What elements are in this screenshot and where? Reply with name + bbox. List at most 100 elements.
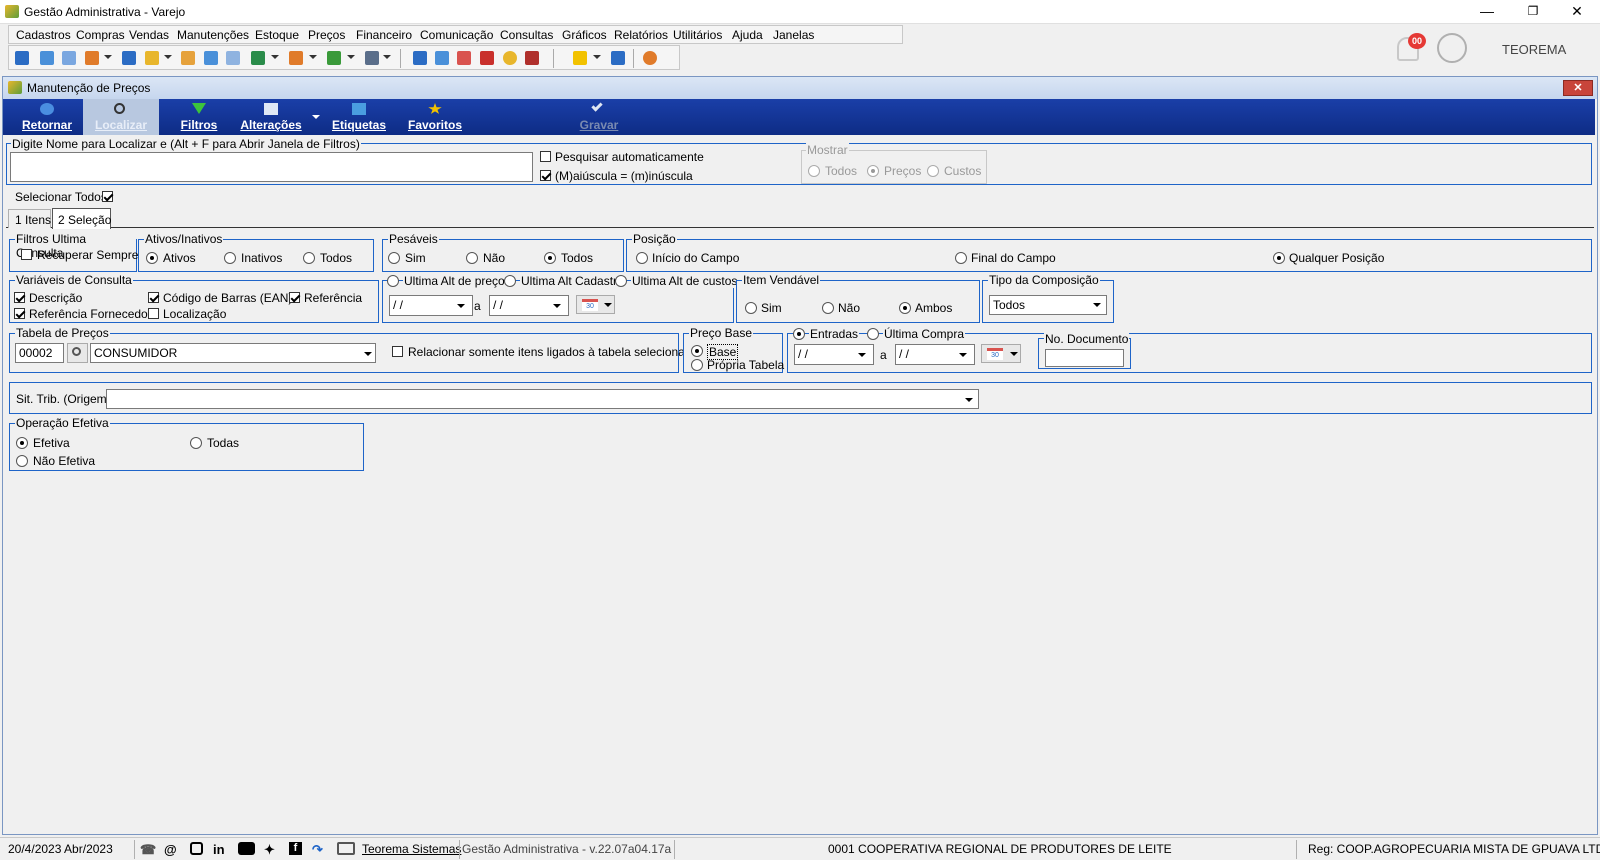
recover-always-checkbox[interactable]	[21, 249, 32, 260]
instagram-icon[interactable]	[190, 842, 203, 855]
twitter-icon[interactable]: ✦	[264, 842, 275, 858]
show-precos-radio[interactable]	[867, 165, 879, 177]
facebook-icon[interactable]: f	[289, 842, 302, 855]
last-purchase-radio[interactable]	[867, 328, 879, 340]
menu-ajuda[interactable]: Ajuda	[732, 28, 763, 42]
restore-button[interactable]: ❐	[1510, 0, 1556, 24]
clients-icon[interactable]	[40, 51, 54, 65]
position-any-radio[interactable]	[1273, 252, 1285, 264]
star-icon[interactable]	[573, 51, 587, 65]
entries-radio[interactable]	[793, 328, 805, 340]
weighable-nao-radio[interactable]	[466, 252, 478, 264]
grid-icon[interactable]	[413, 51, 427, 65]
menu-comunicacao[interactable]: Comunicação	[420, 28, 493, 42]
price-table-code[interactable]: 00002	[15, 343, 64, 363]
menu-utilitarios[interactable]: Utilitários	[673, 28, 722, 42]
youtube-icon[interactable]	[238, 842, 255, 855]
close-window-button[interactable]: ✕	[1554, 0, 1600, 24]
menu-consultas[interactable]: Consultas	[500, 28, 553, 42]
select-all-checkbox[interactable]	[102, 191, 113, 202]
print-icon[interactable]	[365, 51, 379, 65]
auto-search-checkbox[interactable]	[540, 151, 551, 162]
var-referencia-checkbox[interactable]	[289, 292, 300, 303]
etiquetas-button[interactable]: Etiquetas	[323, 99, 395, 135]
localizar-button[interactable]: Localizar	[83, 99, 159, 135]
entries-date-to-dropdown-icon[interactable]	[959, 353, 967, 357]
composition-dropdown-icon[interactable]	[1093, 303, 1101, 307]
sellable-sim-radio[interactable]	[745, 302, 757, 314]
whatsapp-icon[interactable]: ↷	[312, 842, 323, 858]
tab-itens[interactable]: 1 Itens	[8, 209, 51, 228]
menu-graficos[interactable]: Gráficos	[562, 28, 607, 42]
price-table-search-button[interactable]	[67, 343, 88, 363]
price-table-name[interactable]: CONSUMIDOR	[90, 343, 376, 363]
favoritos-button[interactable]: Favoritos	[399, 99, 471, 135]
var-ean-checkbox[interactable]	[148, 292, 159, 303]
active-inativos-radio[interactable]	[224, 252, 236, 264]
position-end-radio[interactable]	[955, 252, 967, 264]
support-icon[interactable]: ☎	[140, 842, 156, 858]
close-child-button[interactable]: ✕	[1563, 80, 1593, 96]
menu-compras[interactable]: Compras	[76, 28, 125, 42]
entries-date-from-dropdown-icon[interactable]	[858, 353, 866, 357]
show-custos-radio[interactable]	[927, 165, 939, 177]
cart-icon[interactable]	[251, 51, 265, 65]
operation-todas-radio[interactable]	[190, 437, 202, 449]
list-icon[interactable]	[85, 51, 99, 65]
calendar-icon[interactable]	[457, 51, 471, 65]
email-icon[interactable]: @	[164, 842, 177, 857]
only-linked-checkbox[interactable]	[392, 346, 403, 357]
date-to-dropdown-icon[interactable]	[553, 304, 561, 308]
weighable-sim-radio[interactable]	[388, 252, 400, 264]
var-localizacao-checkbox[interactable]	[148, 308, 159, 319]
user-avatar-icon[interactable]	[1437, 33, 1467, 63]
menu-janelas[interactable]: Janelas	[773, 28, 814, 42]
power-icon[interactable]	[643, 51, 657, 65]
case-sensitive-checkbox[interactable]	[540, 170, 551, 181]
last-alt-custos-radio[interactable]	[615, 275, 627, 287]
gravar-button[interactable]: Gravar	[563, 99, 635, 135]
calendar-check-icon[interactable]	[480, 51, 494, 65]
position-start-radio[interactable]	[636, 252, 648, 264]
last-alt-cadastro-radio[interactable]	[504, 275, 516, 287]
menu-relatorios[interactable]: Relatórios	[614, 28, 668, 42]
active-ativos-radio[interactable]	[146, 252, 158, 264]
user-icon[interactable]	[181, 51, 195, 65]
var-ref-fornecedor-checkbox[interactable]	[14, 308, 25, 319]
entries-calendar-button[interactable]: 30	[981, 344, 1021, 363]
exit-icon[interactable]	[611, 51, 625, 65]
alteracoes-dropdown[interactable]	[312, 115, 320, 119]
new-icon[interactable]	[15, 51, 29, 65]
last-alt-precos-radio[interactable]	[387, 275, 399, 287]
show-todos-radio[interactable]	[808, 165, 820, 177]
alteracoes-button[interactable]: Alterações	[235, 99, 307, 135]
company-link[interactable]: Teorema Sistemas	[362, 842, 461, 856]
sellable-nao-radio[interactable]	[822, 302, 834, 314]
sit-trib-select[interactable]	[106, 389, 979, 409]
filtros-button[interactable]: Filtros	[163, 99, 235, 135]
folder-icon[interactable]	[145, 51, 159, 65]
card-icon[interactable]	[62, 51, 76, 65]
id-card-icon[interactable]	[226, 51, 240, 65]
sellable-ambos-radio[interactable]	[899, 302, 911, 314]
menu-manutencoes[interactable]: Manutenções	[177, 28, 249, 42]
coin-icon[interactable]	[503, 51, 517, 65]
active-todos-radio[interactable]	[303, 252, 315, 264]
operation-efetiva-radio[interactable]	[16, 437, 28, 449]
search-input[interactable]	[10, 152, 533, 182]
money-icon[interactable]	[327, 51, 341, 65]
var-descricao-checkbox[interactable]	[14, 292, 25, 303]
composition-select[interactable]: Todos	[989, 295, 1107, 315]
calculator-icon[interactable]	[435, 51, 449, 65]
sit-trib-dropdown-icon[interactable]	[965, 398, 973, 402]
menu-precos[interactable]: Preços	[308, 28, 345, 42]
document-number-input[interactable]	[1045, 349, 1124, 367]
base-price-own-table-radio[interactable]	[691, 359, 703, 371]
report-icon[interactable]	[525, 51, 539, 65]
base-price-base-radio[interactable]	[691, 345, 703, 357]
menu-financeiro[interactable]: Financeiro	[356, 28, 412, 42]
menu-estoque[interactable]: Estoque	[255, 28, 299, 42]
minimize-button[interactable]: —	[1464, 0, 1510, 24]
menu-vendas[interactable]: Vendas	[129, 28, 169, 42]
operation-nao-efetiva-radio[interactable]	[16, 455, 28, 467]
